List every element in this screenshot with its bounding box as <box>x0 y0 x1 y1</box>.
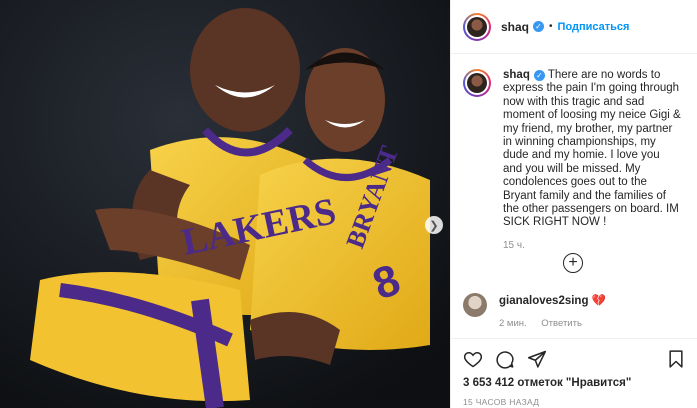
chevron-right-icon: ❯ <box>429 219 439 232</box>
reply-button[interactable]: Ответить <box>541 318 582 329</box>
comment-body: 💔 <box>591 295 607 307</box>
post-photo[interactable]: LAKERS BRYANT 8 ❯ <box>0 0 450 408</box>
post-timestamp[interactable]: 15 ЧАСОВ НАЗАД <box>463 397 686 407</box>
share-icon[interactable] <box>527 349 547 369</box>
likes-count[interactable]: 3 653 412 отметок "Нравится" <box>463 377 686 389</box>
comment-username[interactable]: gianaloves2sing <box>499 295 588 307</box>
caption-username[interactable]: shaq <box>503 69 530 81</box>
comment-text: gianaloves2sing 💔 <box>499 293 606 307</box>
caption-age: 15 ч. <box>503 239 525 251</box>
comment-meta: 2 мин. Ответить <box>499 318 606 329</box>
carousel-next-button[interactable]: ❯ <box>425 216 443 234</box>
follow-button[interactable]: Подписаться <box>558 21 630 33</box>
verified-icon: ✓ <box>533 21 545 32</box>
plus-circle-icon: + <box>568 254 578 271</box>
bookmark-icon[interactable] <box>666 349 686 369</box>
load-more-comments-button[interactable]: + <box>563 253 583 273</box>
comments-section: shaq ✓ There are no words to express the … <box>451 55 697 337</box>
post-header: shaq ✓ • Подписаться <box>451 0 697 54</box>
verified-icon: ✓ <box>533 70 545 81</box>
caption: shaq ✓ There are no words to express the … <box>463 69 686 230</box>
caption-text: shaq ✓ There are no words to express the … <box>503 69 681 230</box>
post-actions: 3 653 412 отметок "Нравится" 15 ЧАСОВ НА… <box>451 338 697 407</box>
comment-item: gianaloves2sing 💔 2 мин. Ответить <box>463 293 606 329</box>
comment-age: 2 мин. <box>499 318 527 329</box>
comment-icon[interactable] <box>495 349 515 369</box>
avatar[interactable] <box>463 69 491 97</box>
avatar[interactable] <box>463 12 491 41</box>
username[interactable]: shaq <box>501 20 529 34</box>
heart-icon[interactable] <box>463 349 483 369</box>
post-side-panel: shaq ✓ • Подписаться shaq ✓ There are no … <box>450 0 697 408</box>
separator-dot: • <box>549 21 553 32</box>
avatar[interactable] <box>463 293 487 317</box>
caption-body: There are no words to express the pain I… <box>503 69 681 229</box>
action-icons <box>463 347 686 371</box>
photo-illustration: LAKERS BRYANT 8 <box>0 0 450 408</box>
